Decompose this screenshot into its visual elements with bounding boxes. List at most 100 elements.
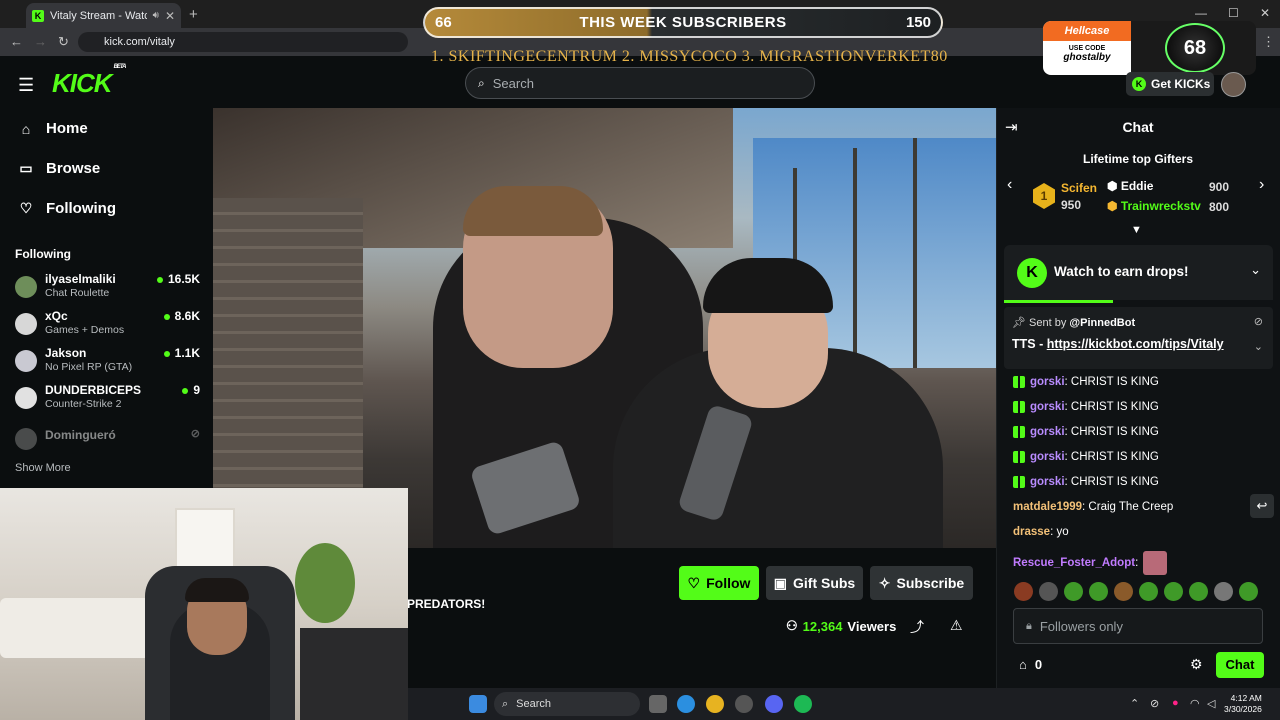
chat-input[interactable]: 🔒︎ Followers only (1013, 608, 1263, 644)
edge-icon[interactable] (677, 695, 695, 713)
chat-username[interactable]: matdale1999 (1013, 501, 1082, 513)
emote[interactable] (1089, 582, 1108, 601)
video-player[interactable] (213, 108, 996, 548)
pinned-link[interactable]: https://kickbot.com/tips/Vitaly (1047, 337, 1224, 351)
emote[interactable] (1039, 582, 1058, 601)
send-chat-button[interactable]: Chat (1216, 652, 1264, 678)
following-channel[interactable]: xQc Games + Demos 8.6K (15, 309, 200, 341)
subscribe-button[interactable]: ✧ Subscribe (870, 566, 973, 600)
viewer-count: 9 (182, 383, 200, 397)
nav-browse[interactable]: ▭ Browse (18, 160, 100, 177)
emote[interactable] (1239, 582, 1258, 601)
gifter-name[interactable]: Scifen (1061, 181, 1097, 195)
emote[interactable] (1014, 582, 1033, 601)
logo-text: KICK (52, 68, 113, 98)
url-field[interactable]: kick.com/vitaly (78, 32, 408, 52)
windows-start-icon[interactable] (469, 695, 487, 713)
search-input[interactable]: ⌕ Search (465, 67, 815, 99)
chat-username[interactable]: drasse (1013, 526, 1050, 538)
share-icon[interactable]: ⤴ (910, 617, 924, 637)
hide-pinned-icon[interactable]: ⊘ (1254, 315, 1263, 328)
kick-logo-icon: K (1017, 258, 1047, 288)
taskbar-clock[interactable]: 4:12 AM 3/30/2026 (1224, 693, 1262, 715)
chat-message: matdale1999: Craig The Creep (1013, 501, 1173, 513)
chrome-icon[interactable] (706, 695, 724, 713)
channel-points[interactable]: ⌂ 0 (1019, 657, 1042, 672)
chat-message: gorski: CHRIST IS KING (1013, 401, 1159, 413)
minimize-button[interactable]: — (1195, 6, 1207, 20)
chat-text: : CHRIST IS KING (1064, 426, 1159, 438)
volume-icon[interactable]: ◁ (1207, 697, 1215, 710)
gifter-name[interactable]: ⬢ Eddie (1107, 179, 1153, 193)
following-channel[interactable]: DUNDERBICEPS Counter-Strike 2 9 (15, 383, 200, 415)
taskbar-search[interactable]: ⌕ Search (494, 692, 640, 716)
nav-home[interactable]: ⌂ Home (18, 120, 88, 137)
nav-following-label: Following (46, 200, 116, 217)
follow-button[interactable]: ♡ Follow (679, 566, 759, 600)
mic-icon[interactable]: ● (1172, 697, 1179, 709)
kick-logo[interactable]: KICKBETA (52, 64, 126, 99)
pinned-sender: 📌︎ Sent by @PinnedBot (1012, 317, 1136, 329)
following-channel[interactable]: ilyaselmaliki Chat Roulette 16.5K (15, 272, 200, 304)
following-channel-offline[interactable]: Domingueró ⊘ (15, 424, 200, 456)
gear-icon[interactable]: ⚙ (1190, 656, 1203, 673)
task-view-icon[interactable] (649, 695, 667, 713)
menu-icon[interactable]: ☰ (18, 75, 34, 96)
user-avatar[interactable] (1221, 72, 1246, 97)
chat-username[interactable]: gorski (1030, 426, 1065, 438)
drops-progress (1004, 300, 1113, 303)
chat-username[interactable]: Rescue_Foster_Adopt (1013, 557, 1135, 569)
emote[interactable] (1139, 582, 1158, 601)
search-placeholder: Search (492, 75, 534, 91)
chat-username[interactable]: gorski (1030, 376, 1065, 388)
wifi-icon[interactable]: ◠ (1190, 697, 1200, 710)
back-arrow-icon[interactable]: ← (10, 34, 23, 49)
get-kicks-button[interactable]: K Get KICKs (1126, 72, 1214, 96)
maximize-button[interactable]: ☐ (1228, 6, 1239, 20)
nav-following[interactable]: ♡ Following (18, 200, 116, 217)
channel-name: Jakson (45, 346, 87, 360)
store-icon: ⌂ (1019, 657, 1027, 672)
reload-icon[interactable]: ↻ (58, 34, 69, 50)
browser-tab[interactable]: K Vitaly Stream - Watch Live 🔊︎ ✕ (26, 3, 181, 28)
emote[interactable] (1189, 582, 1208, 601)
webcam-sofa (0, 598, 150, 658)
expand-gifters-icon[interactable]: ▼ (1131, 224, 1142, 236)
following-channel[interactable]: Jakson No Pixel RP (GTA) 1.1K (15, 346, 200, 378)
emote[interactable] (1114, 582, 1133, 601)
emote[interactable] (1064, 582, 1083, 601)
show-more-link[interactable]: Show More (15, 462, 71, 474)
new-tab-button[interactable]: + (189, 6, 198, 23)
chat-username[interactable]: gorski (1030, 401, 1065, 413)
chevron-down-icon[interactable]: ⌄ (1254, 340, 1263, 353)
chevron-right-icon[interactable]: › (1259, 176, 1264, 194)
tray-chevron-icon[interactable]: ⌃ (1130, 697, 1139, 710)
forward-arrow-icon[interactable]: → (34, 34, 47, 49)
window-close-button[interactable]: ✕ (1260, 6, 1270, 20)
url-text: kick.com/vitaly (104, 36, 175, 48)
discord-icon[interactable] (765, 695, 783, 713)
chat-username[interactable]: gorski (1030, 451, 1065, 463)
drops-banner[interactable]: K Watch to earn drops! ⌄ (1004, 245, 1273, 303)
gift-subs-button[interactable]: ▣ Gift Subs (766, 566, 863, 600)
sent-by-label: Sent by (1029, 317, 1067, 329)
stream-title: PREDATORS! (407, 597, 486, 611)
obs-icon[interactable] (735, 695, 753, 713)
network-icon[interactable]: ⊘ (1150, 697, 1159, 710)
channel-avatar (15, 350, 37, 372)
emote[interactable] (1164, 582, 1183, 601)
speaker-icon[interactable]: 🔊︎ (153, 10, 159, 21)
tab-close-icon[interactable]: ✕ (165, 9, 175, 23)
spotify-icon[interactable] (794, 695, 812, 713)
emote[interactable] (1214, 582, 1233, 601)
chat-username[interactable]: gorski (1030, 476, 1065, 488)
chevron-down-icon[interactable]: ⌄ (1250, 262, 1261, 278)
browser-menu-icon[interactable]: ⋮ (1262, 34, 1275, 50)
report-icon[interactable]: ⚠ (950, 617, 963, 634)
nav-home-label: Home (46, 120, 88, 137)
chevron-left-icon[interactable]: ‹ (1007, 176, 1012, 194)
chat-emote (1143, 551, 1168, 575)
reply-icon[interactable]: ↩ (1250, 494, 1274, 518)
chat-message: gorski: CHRIST IS KING (1013, 426, 1159, 438)
gifter-name[interactable]: ⬢ Trainwreckstv (1107, 199, 1201, 213)
